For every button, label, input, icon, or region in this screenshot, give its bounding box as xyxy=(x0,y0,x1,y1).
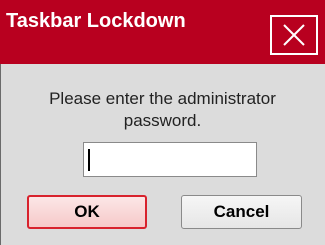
window-title: Taskbar Lockdown xyxy=(6,10,186,32)
password-input[interactable] xyxy=(83,142,257,177)
text-caret xyxy=(88,149,90,171)
prompt-line-1: Please enter the administrator xyxy=(49,89,276,108)
ok-button[interactable]: OK xyxy=(27,195,147,229)
titlebar: Taskbar Lockdown xyxy=(0,0,325,64)
cancel-button-label: Cancel xyxy=(213,202,270,221)
ok-button-label: OK xyxy=(74,202,100,221)
taskbar-lockdown-dialog: Taskbar Lockdown Please enter the admini… xyxy=(0,0,325,245)
cancel-button[interactable]: Cancel xyxy=(181,195,302,229)
close-button[interactable] xyxy=(270,15,318,55)
prompt-line-2: password. xyxy=(123,111,202,130)
close-icon xyxy=(281,22,307,48)
password-prompt: Please enter the administrator password. xyxy=(0,88,325,132)
